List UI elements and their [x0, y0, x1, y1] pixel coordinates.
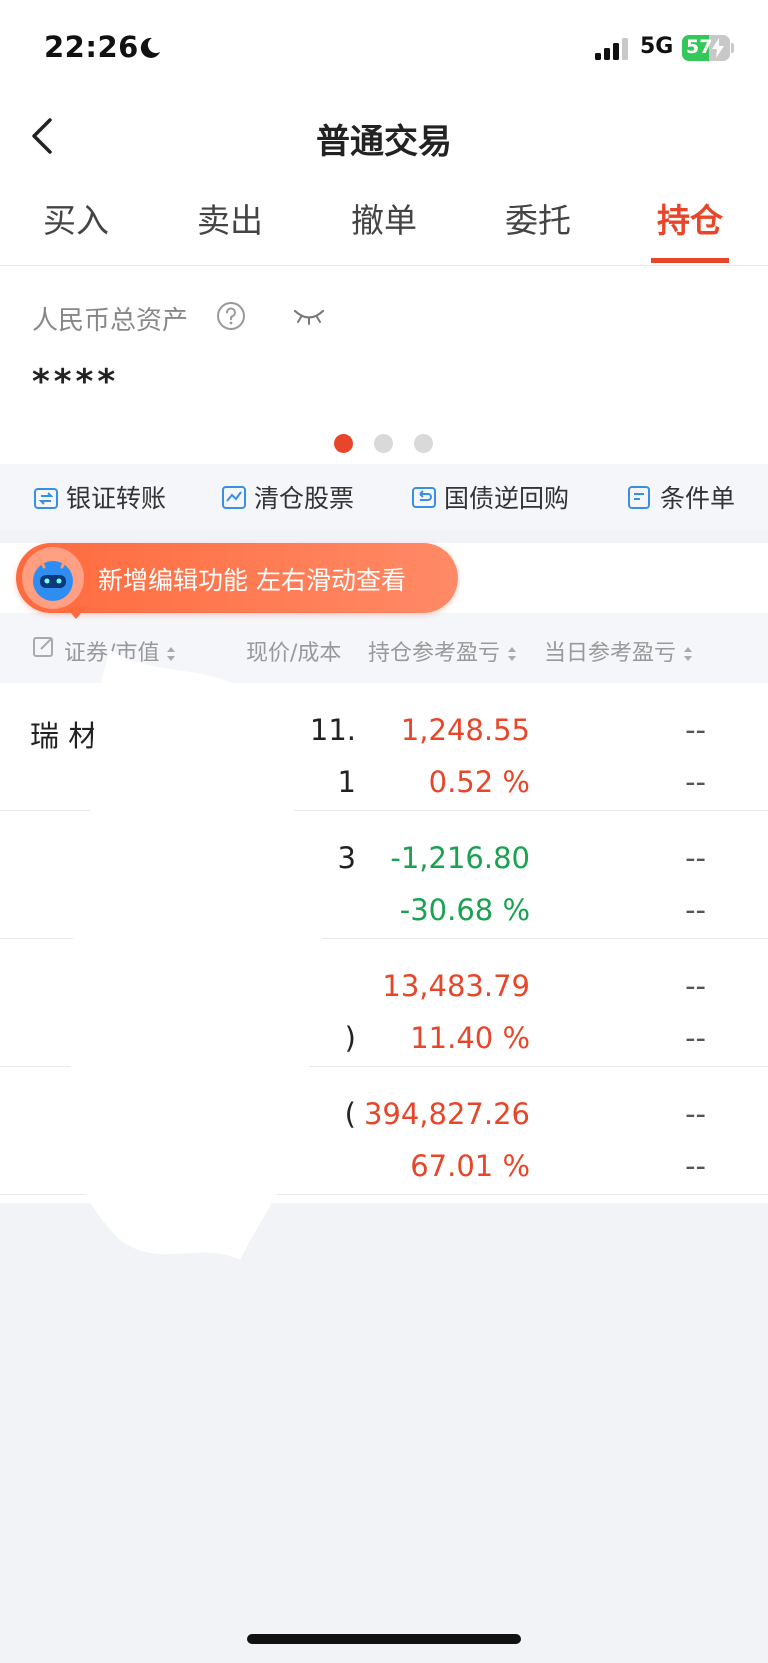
- eye-closed-icon[interactable]: [292, 306, 326, 326]
- today-pl-pct: --: [685, 765, 706, 799]
- asset-panel[interactable]: 人民币总资产 ****: [0, 266, 768, 464]
- today-pl-pct: --: [685, 1149, 706, 1183]
- position-pl: 394,827.26: [363, 1097, 530, 1131]
- tab-cancel[interactable]: 撤单: [324, 194, 444, 242]
- tool-condition-order[interactable]: 条件单: [626, 480, 735, 514]
- quick-tools: 银证转账 清仓股票 国债逆回购 条件单: [0, 464, 768, 530]
- position-pl: -1,216.80: [390, 841, 530, 875]
- tool-clear-stock[interactable]: 清仓股票: [220, 480, 354, 514]
- tab-orders[interactable]: 委托: [478, 194, 598, 242]
- tool-label: 条件单: [660, 484, 736, 513]
- sort-icon: [508, 647, 517, 661]
- charging-bolt-icon: [712, 38, 724, 58]
- signal-icon: [595, 38, 628, 60]
- repo-icon: [412, 487, 436, 508]
- robot-mascot-icon: [22, 547, 84, 609]
- nav-header: 普通交易: [0, 96, 768, 176]
- page-indicator: [0, 434, 768, 454]
- position-pl-pct: -30.68 %: [399, 893, 530, 927]
- today-pl: --: [685, 713, 706, 747]
- today-pl: --: [685, 1097, 706, 1131]
- position-pl-pct: 67.01 %: [410, 1149, 530, 1183]
- today-pl: --: [685, 841, 706, 875]
- tab-buy[interactable]: 买入: [16, 194, 136, 242]
- feature-tooltip[interactable]: 新增编辑功能 左右滑动查看: [16, 543, 458, 619]
- header-position-pl[interactable]: 持仓参考盈亏: [368, 635, 518, 667]
- trade-tabs: 买入 卖出 撤单 委托 持仓: [0, 176, 768, 266]
- tooltip-tail: [66, 607, 86, 619]
- page-dot-active: [334, 434, 353, 453]
- position-pl: 13,483.79: [382, 969, 530, 1003]
- today-pl-pct: --: [685, 1021, 706, 1055]
- asset-value: ****: [32, 362, 120, 402]
- asset-label: 人民币总资产: [32, 306, 189, 336]
- redaction-smudge: [63, 650, 325, 1260]
- page-dot: [414, 434, 433, 453]
- home-indicator: [247, 1634, 521, 1644]
- sort-icon: [684, 647, 693, 661]
- battery-cap: [731, 43, 734, 53]
- position-pl: 1,248.55: [400, 713, 530, 747]
- network-type: 5G: [640, 34, 674, 59]
- condition-order-icon: [628, 486, 650, 509]
- help-icon[interactable]: [216, 301, 246, 331]
- status-bar: 22:26 5G 57: [0, 0, 768, 96]
- page-title: 普通交易: [316, 122, 452, 162]
- transfer-icon: [34, 488, 58, 509]
- battery-icon: 57: [682, 35, 730, 61]
- tool-reverse-repo[interactable]: 国债逆回购: [410, 480, 569, 514]
- header-today-pl[interactable]: 当日参考盈亏: [544, 635, 694, 667]
- tab-active-indicator: [651, 258, 729, 263]
- tool-bank-transfer[interactable]: 银证转账: [32, 480, 166, 514]
- battery-level: 57: [686, 36, 713, 58]
- tooltip-text: 新增编辑功能 左右滑动查看: [98, 566, 406, 595]
- position-pl-pct: 0.52 %: [428, 765, 530, 799]
- tool-label: 银证转账: [66, 484, 167, 513]
- position-pl-pct: 11.40 %: [410, 1021, 530, 1055]
- status-time: 22:26: [44, 30, 139, 64]
- tool-label: 清仓股票: [254, 484, 355, 513]
- moon-icon: [140, 37, 160, 58]
- today-pl-pct: --: [685, 893, 706, 927]
- tab-positions[interactable]: 持仓: [630, 194, 750, 242]
- tab-sell[interactable]: 卖出: [170, 194, 290, 242]
- tool-label: 国债逆回购: [444, 484, 570, 513]
- clear-stock-icon: [222, 486, 246, 509]
- page-dot: [374, 434, 393, 453]
- today-pl: --: [685, 969, 706, 1003]
